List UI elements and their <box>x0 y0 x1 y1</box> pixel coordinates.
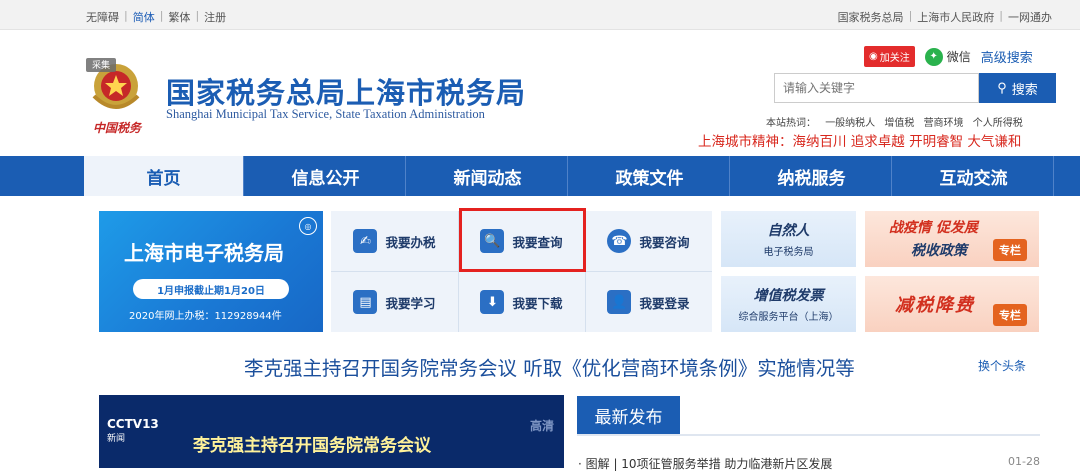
service-learn[interactable]: ▤ 我要学习 <box>331 272 458 332</box>
card-subtitle: 电子税务局 <box>763 247 814 258</box>
badge-icon: ◎ <box>299 217 317 235</box>
search-button[interactable]: ⚲ 搜索 <box>979 73 1056 103</box>
channel-sub: 新闻 <box>107 434 126 444</box>
service-label: 我要咨询 <box>639 234 690 250</box>
video-caption: 李克强主持召开国务院常务会议 <box>193 436 431 456</box>
etax-deadline-pill: 1月申报截止期1月20日 <box>133 279 289 299</box>
simplified-chinese-link[interactable]: 简体 <box>133 9 155 25</box>
search-input[interactable] <box>774 73 979 103</box>
news-video-player[interactable]: CCTV13 新闻 高清 李克强主持召开国务院常务会议 <box>99 395 564 468</box>
topbar-left-links: 无障碍 | 简体 | 繁体 | 注册 <box>86 9 227 25</box>
etax-count: 2020年网上办税：112928944件 <box>129 311 282 322</box>
natural-person-etax-card[interactable]: 自然人 电子税务局 <box>721 211 856 267</box>
promo-line1: 战疫情 促发展 <box>889 220 978 236</box>
promo-line2: 税收政策 <box>911 243 967 259</box>
tax-emblem-logo[interactable]: 采集 中国税务 <box>82 56 152 138</box>
hot-word[interactable]: 营商环境 <box>924 118 964 129</box>
hand-icon: ✍ <box>353 229 378 253</box>
follow-buttons: ◉ 加关注 ✦ 微信 高级搜索 <box>864 46 1033 67</box>
hot-words-label: 本站热词： <box>766 118 816 129</box>
svg-text:采集: 采集 <box>92 59 110 71</box>
search-button-label: 搜索 <box>1011 81 1038 97</box>
service-label: 我要办税 <box>385 234 436 250</box>
sta-link[interactable]: 国家税务总局 <box>838 9 904 25</box>
highlight-box <box>459 208 586 272</box>
hot-words: 本站热词： 一般纳税人 增值税 营商环境 个人所得税 <box>766 114 1029 129</box>
hot-word[interactable]: 一般纳税人 <box>825 118 875 129</box>
download-icon: ⬇ <box>480 290 505 314</box>
site-title: 国家税务总局上海市税务局 <box>166 76 527 110</box>
tab-underline <box>577 434 1040 436</box>
card-title: 增值税发票 <box>753 288 824 304</box>
headline-link[interactable]: 李克强主持召开国务院常务会议 听取《优化营商环境条例》实施情况等 <box>244 352 855 381</box>
hd-label: 高清 <box>529 419 554 433</box>
service-label: 我要登录 <box>639 295 690 311</box>
cctv13-logo: CCTV13 新闻 <box>107 417 159 444</box>
search-icon: ⚲ <box>997 80 1007 95</box>
epidemic-tax-policy-card[interactable]: 战疫情 促发展 税收政策 专栏 <box>865 211 1039 267</box>
register-link[interactable]: 注册 <box>204 9 226 25</box>
weixin-label: 微信 <box>946 50 971 64</box>
top-utility-bar: 无障碍 | 简体 | 繁体 | 注册 国家税务总局 | 上海市人民政府 | 一网通办 <box>0 0 1080 30</box>
site-header: 采集 中国税务 国家税务总局上海市税务局 Shanghai Municipal … <box>0 30 1080 156</box>
weibo-icon: ◉ <box>869 51 878 62</box>
nav-item-policy[interactable]: 政策文件 <box>570 156 730 196</box>
column-tag: 专栏 <box>993 304 1027 326</box>
site-subtitle: Shanghai Municipal Tax Service, State Ta… <box>166 107 485 121</box>
card-title: 自然人 <box>767 223 810 239</box>
hot-word[interactable]: 增值税 <box>884 118 914 129</box>
traditional-chinese-link[interactable]: 繁体 <box>168 9 190 25</box>
card-subtitle: 综合服务平台（上海） <box>738 312 839 323</box>
book-icon: ▤ <box>353 290 378 314</box>
nav-item-info-disclosure[interactable]: 信息公开 <box>246 156 406 196</box>
vat-invoice-platform-card[interactable]: 增值税发票 综合服务平台（上海） <box>721 276 856 332</box>
column-tag: 专栏 <box>993 239 1027 261</box>
service-login[interactable]: 👤 我要登录 <box>585 272 712 332</box>
user-icon: 👤 <box>607 290 632 314</box>
nav-item-interaction[interactable]: 互动交流 <box>894 156 1054 196</box>
advanced-search-link[interactable]: 高级搜索 <box>981 47 1033 66</box>
one-net-link[interactable]: 一网通办 <box>1008 9 1052 25</box>
accessibility-link[interactable]: 无障碍 <box>86 9 119 25</box>
weibo-label: 加关注 <box>879 53 910 64</box>
tax-reduction-card[interactable]: 减税降费 专栏 <box>865 276 1039 332</box>
nav-item-tax-service[interactable]: 纳税服务 <box>732 156 892 196</box>
etax-title: 上海市电子税务局 <box>124 241 284 265</box>
main-nav: 首页 信息公开 新闻动态 政策文件 纳税服务 互动交流 <box>0 156 1080 196</box>
change-headline-link[interactable]: 换个头条 <box>978 357 1026 374</box>
wechat-icon: ✦ <box>924 47 943 66</box>
nav-item-home[interactable]: 首页 <box>84 156 244 196</box>
news-date: 01-28 <box>1008 455 1040 468</box>
topbar-right-links: 国家税务总局 | 上海市人民政府 | 一网通办 <box>837 9 1052 25</box>
shanghai-gov-link[interactable]: 上海市人民政府 <box>917 9 994 25</box>
headset-icon: ☎ <box>607 229 632 253</box>
service-do-tax[interactable]: ✍ 我要办税 <box>331 211 458 271</box>
service-label: 我要学习 <box>385 295 436 311</box>
channel-name: CCTV13 <box>107 417 159 431</box>
tab-latest-release[interactable]: 最新发布 <box>577 396 680 434</box>
list-item[interactable]: · 图解 | 10项征管服务举措 助力临港新片区发展 01-28 <box>578 455 1040 472</box>
weixin-button[interactable]: ✦ 微信 <box>924 47 971 66</box>
weibo-follow-button[interactable]: ◉ 加关注 <box>864 46 915 67</box>
etax-bureau-banner[interactable]: ◎ 上海市电子税务局 1月申报截止期1月20日 2020年网上办税：112928… <box>99 211 323 332</box>
service-label: 我要下载 <box>512 295 563 311</box>
news-title: · 图解 | 10项征管服务举措 助力临港新片区发展 <box>578 457 833 471</box>
hot-word[interactable]: 个人所得税 <box>973 118 1023 129</box>
service-consult[interactable]: ☎ 我要咨询 <box>585 211 712 271</box>
svg-text:中国税务: 中国税务 <box>93 121 143 135</box>
promo-line1: 减税降费 <box>895 295 975 316</box>
city-spirit-slogan: 上海城市精神：海纳百川 追求卓越 开明睿智 大气谦和 <box>698 134 1022 150</box>
service-download[interactable]: ⬇ 我要下载 <box>458 272 585 332</box>
nav-item-news[interactable]: 新闻动态 <box>408 156 568 196</box>
